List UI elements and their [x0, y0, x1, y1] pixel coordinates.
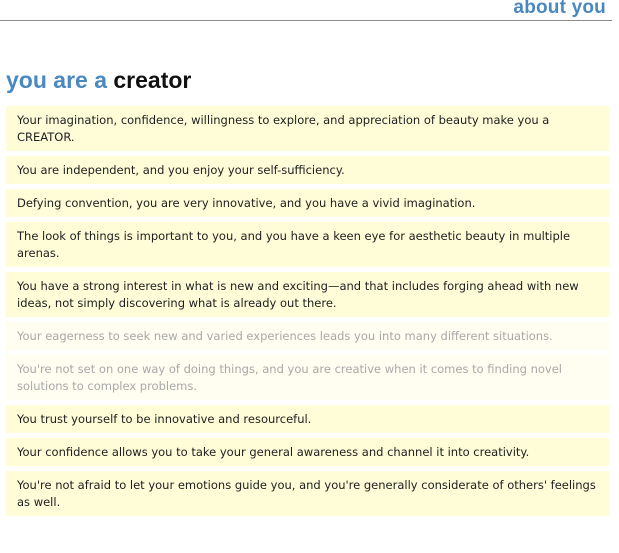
- trait-item: Defying convention, you are very innovat…: [6, 189, 609, 217]
- trait-item: Your eagerness to seek new and varied ex…: [6, 322, 609, 350]
- page-title: you are a creator: [6, 66, 191, 94]
- personality-type: creator: [113, 67, 192, 93]
- title-prefix: you are a: [6, 67, 107, 93]
- trait-list: Your imagination, confidence, willingnes…: [6, 106, 609, 521]
- section-header: about you: [0, 0, 612, 21]
- trait-item: You have a strong interest in what is ne…: [6, 272, 609, 317]
- trait-item: The look of things is important to you, …: [6, 222, 609, 267]
- trait-item: You're not afraid to let your emotions g…: [6, 471, 609, 516]
- trait-item: You are independent, and you enjoy your …: [6, 156, 609, 184]
- trait-item: You're not set on one way of doing thing…: [6, 355, 609, 400]
- trait-item: Your imagination, confidence, willingnes…: [6, 106, 609, 151]
- section-title: about you: [513, 0, 606, 18]
- trait-item: You trust yourself to be innovative and …: [6, 405, 609, 433]
- trait-item: Your confidence allows you to take your …: [6, 438, 609, 466]
